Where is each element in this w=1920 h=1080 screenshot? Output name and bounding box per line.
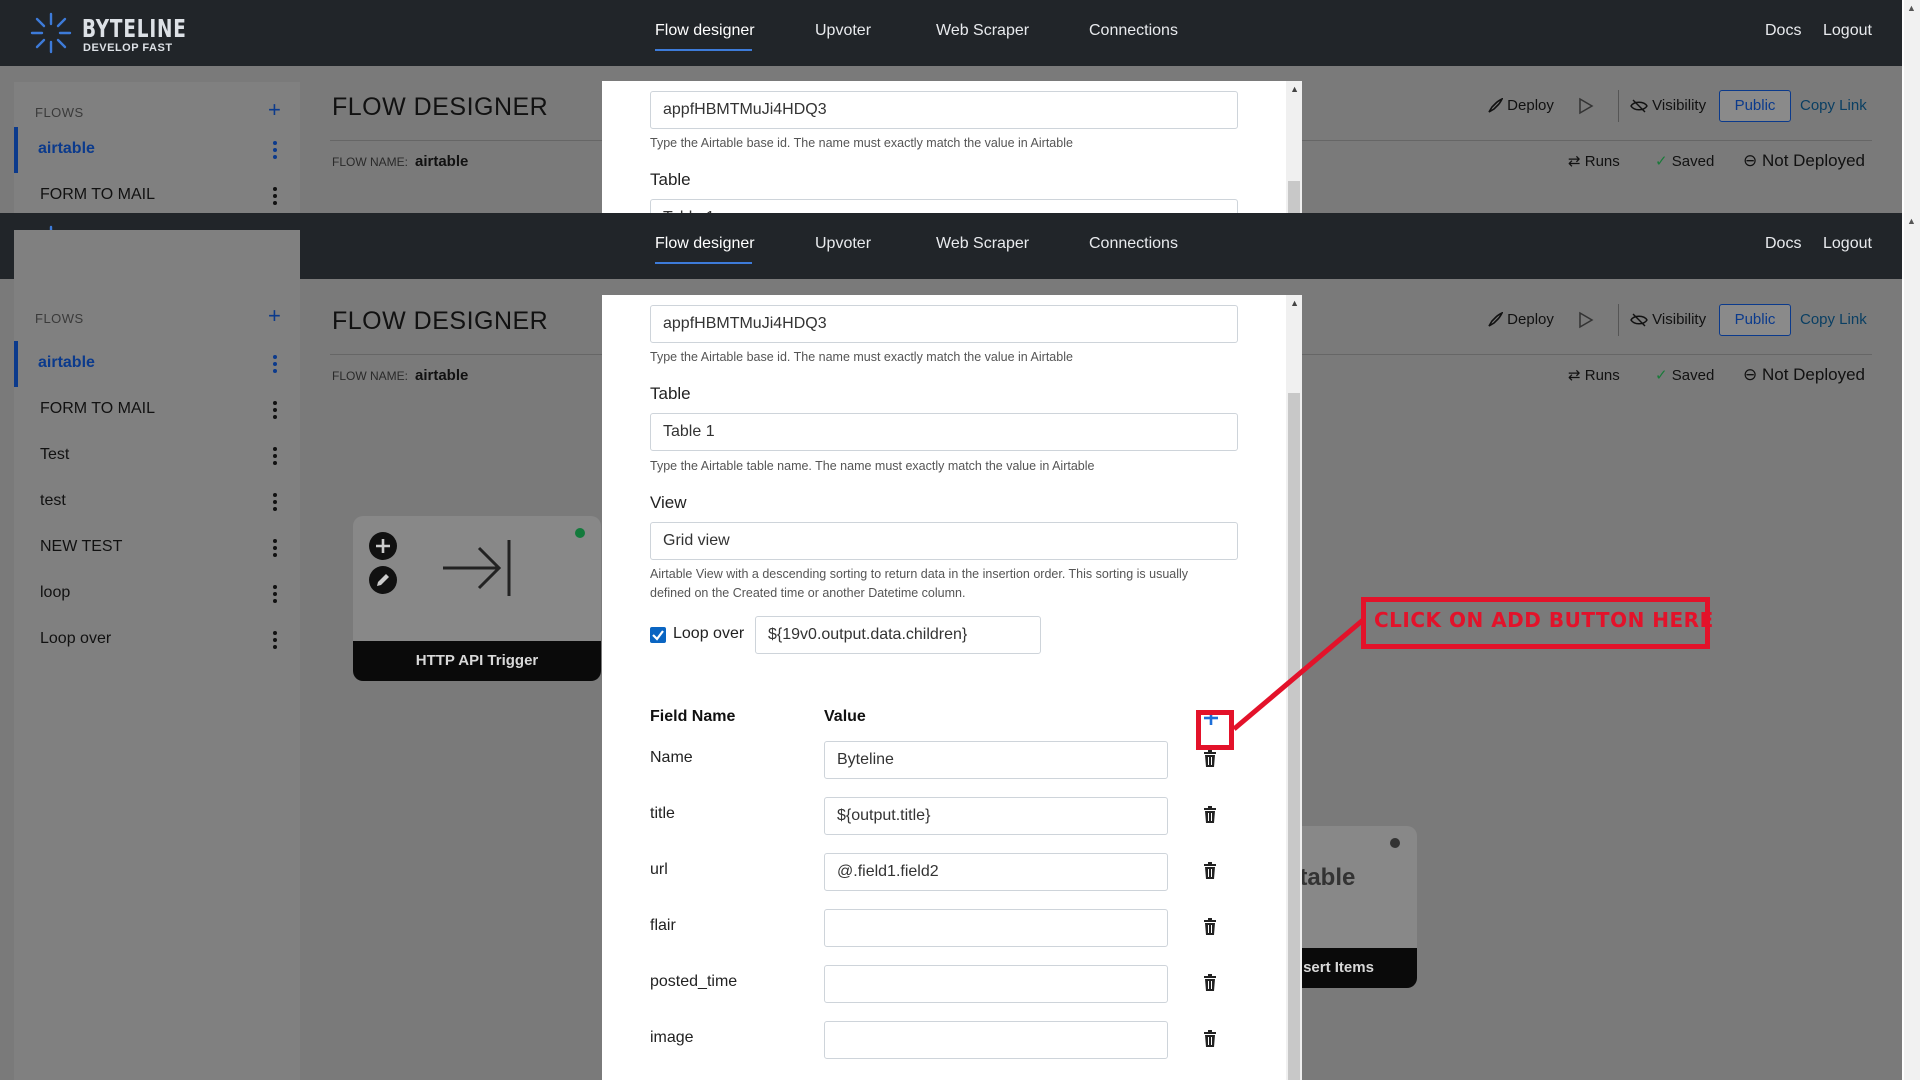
page-scrollbar[interactable]: ▲ ▲ <box>1904 0 1920 1080</box>
scroll-up-arrow-icon[interactable]: ▲ <box>1907 3 1916 13</box>
annotation-highlight-box <box>1196 710 1234 750</box>
scroll-up-arrow-icon[interactable]: ▲ <box>1907 216 1916 226</box>
annotation-pointer-line <box>1232 618 1365 731</box>
screenshot-stage: BYTELINE DEVELOP FAST Flow designer Upvo… <box>0 0 1920 1080</box>
annotation-callout-text: CLICK ON ADD BUTTON HERE <box>1374 608 1714 632</box>
